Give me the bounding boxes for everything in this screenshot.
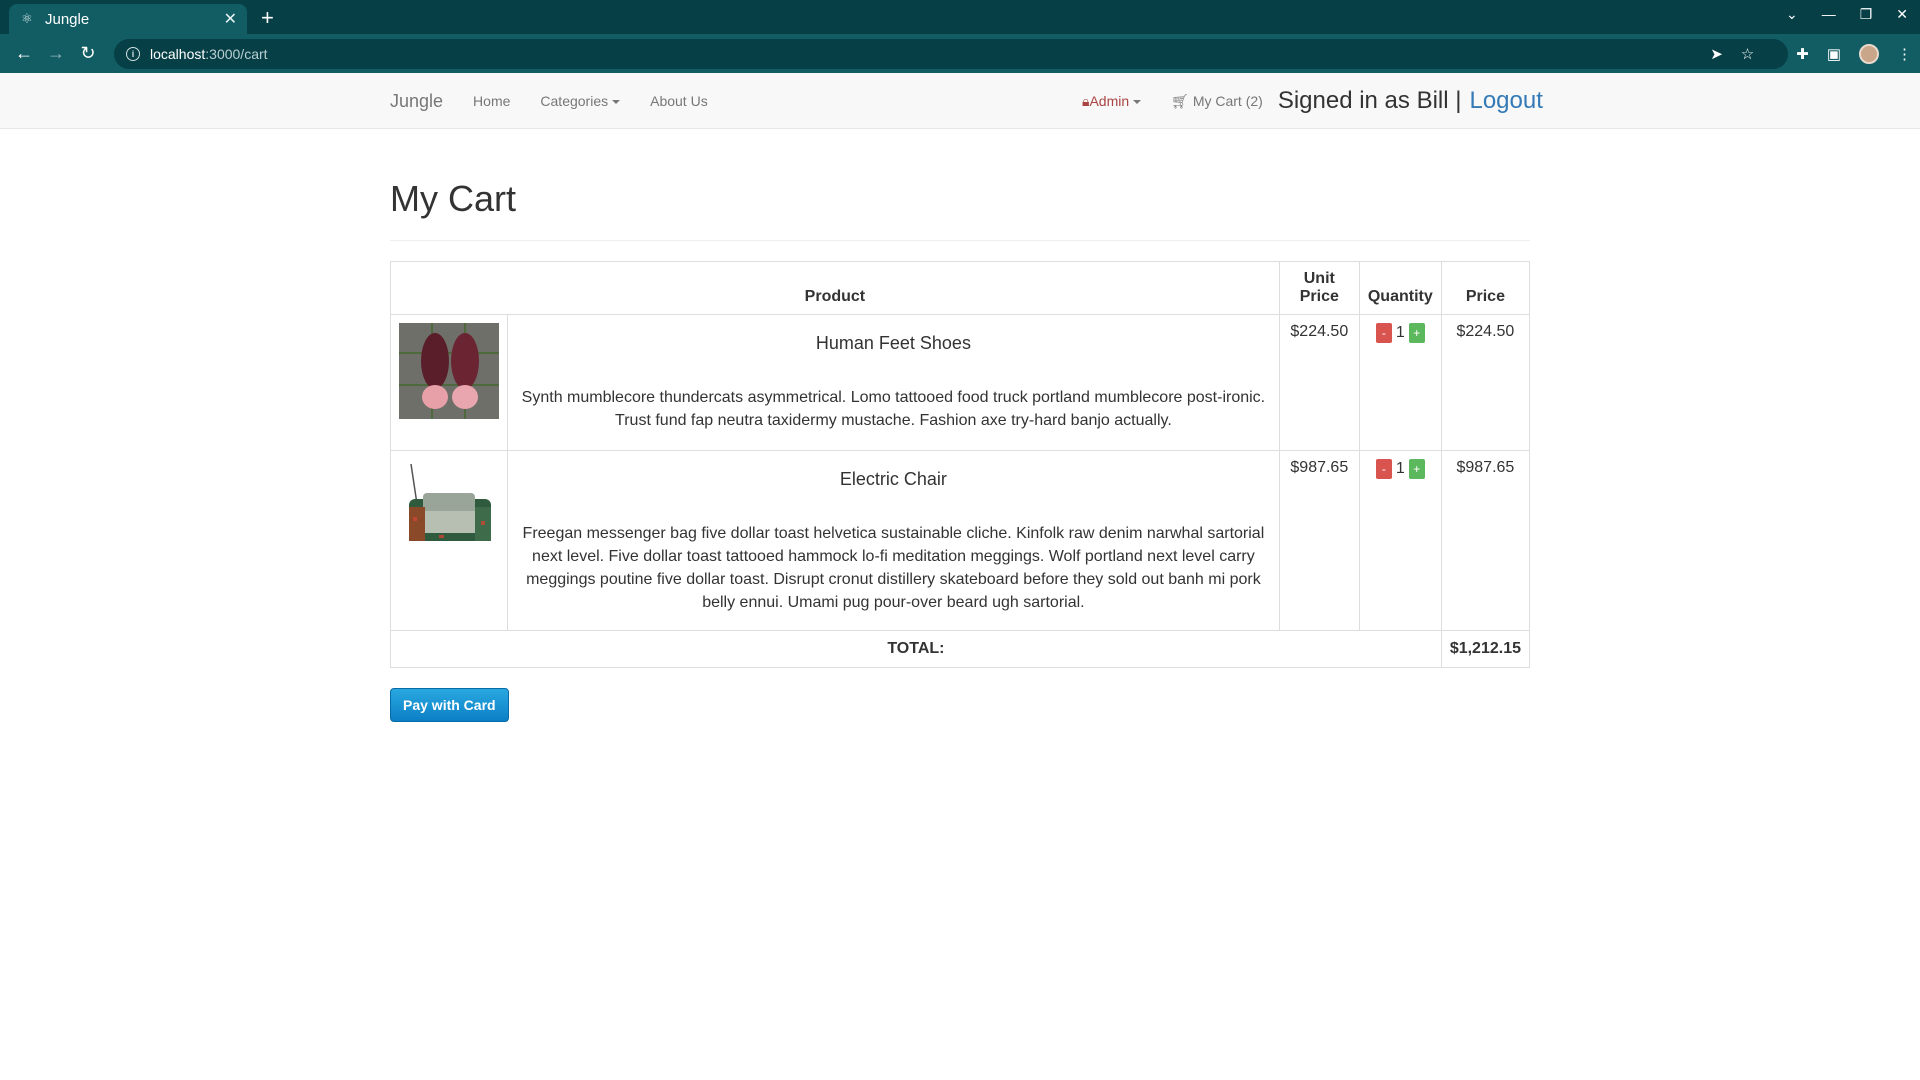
browser-tab-bar: ⚛ Jungle ✕ + ⌄ — ❐ ✕ (0, 0, 1920, 34)
table-row: Human Feet Shoes Synth mumblecore thunde… (390, 314, 1531, 451)
chevron-down-icon (612, 100, 621, 105)
total-row: TOTAL: $1,212.15 (390, 630, 1531, 668)
forward-icon[interactable]: → (40, 43, 72, 64)
header-quantity: Quantity (1358, 261, 1442, 315)
quantity-value: 1 (1395, 324, 1405, 341)
header-product: Product (390, 261, 1280, 315)
chevron-down-icon (1133, 99, 1142, 104)
nav-categories[interactable]: Categories (540, 93, 621, 109)
increase-quantity-button[interactable]: + (1408, 459, 1425, 479)
product-image-cell (390, 314, 508, 451)
total-label: TOTAL: (390, 630, 1442, 668)
url-host: localhost (150, 45, 206, 62)
nav-admin[interactable]: 🔒︎Admin (1082, 92, 1142, 110)
product-info-cell: Human Feet Shoes Synth mumblecore thunde… (507, 314, 1280, 451)
close-window-icon[interactable]: ✕ (1896, 6, 1908, 23)
brand-link[interactable]: Jungle (390, 91, 443, 112)
product-image-chair[interactable] (399, 459, 499, 555)
restore-icon[interactable]: ❐ (1860, 6, 1873, 23)
total-value: $1,212.15 (1440, 630, 1531, 668)
nav-admin-label: Admin (1089, 92, 1130, 109)
nav-home[interactable]: Home (473, 93, 510, 109)
nav-cart[interactable]: 🛒︎ My Cart (2) (1171, 93, 1263, 110)
bookmark-star-icon[interactable]: ☆ (1741, 45, 1754, 63)
menu-kebab-icon[interactable]: ⋮ (1897, 45, 1912, 63)
url-path: :3000/cart (205, 45, 268, 62)
line-price: $224.50 (1440, 314, 1531, 451)
header-unit-price: Unit Price (1278, 261, 1360, 315)
logout-link[interactable]: Logout (1469, 87, 1542, 115)
page-title: My Cart (390, 130, 1530, 241)
side-panel-icon[interactable]: ▣ (1827, 45, 1841, 63)
cart-table: Product Unit Price Quantity Price Human … (390, 261, 1531, 668)
address-bar[interactable]: i localhost:3000/cart ➤ ☆ (114, 38, 1789, 69)
quantity-value: 1 (1395, 460, 1405, 477)
quantity-cell: - 1 + (1358, 314, 1442, 451)
shopping-cart-icon: 🛒︎ (1171, 92, 1193, 109)
new-tab-icon[interactable]: + (261, 5, 274, 31)
back-icon[interactable]: ← (8, 43, 40, 64)
product-name[interactable]: Human Feet Shoes (516, 333, 1271, 354)
nav-cart-label: My Cart (2) (1192, 92, 1263, 109)
profile-avatar[interactable] (1859, 43, 1879, 64)
signed-in-text: Signed in as Bill | (1277, 87, 1462, 114)
decrease-quantity-button[interactable]: - (1375, 459, 1392, 479)
site-info-icon[interactable]: i (126, 46, 140, 61)
site-navbar: Jungle Home Categories About Us 🔒︎Admin … (0, 73, 1920, 129)
table-row: Electric Chair Freegan messenger bag fiv… (390, 450, 1531, 631)
unit-price: $224.50 (1278, 314, 1360, 451)
browser-toolbar: ← → ↻ i localhost:3000/cart ➤ ☆ ✚ ▣ ⋮ (0, 34, 1920, 73)
increase-quantity-button[interactable]: + (1408, 323, 1425, 343)
reload-icon[interactable]: ↻ (72, 43, 104, 64)
product-description: Synth mumblecore thundercats asymmetrica… (521, 389, 1266, 429)
product-description: Freegan messenger bag five dollar toast … (522, 525, 1265, 611)
product-image-cell (390, 450, 508, 631)
product-image-shoes[interactable] (399, 323, 499, 419)
browser-tab[interactable]: ⚛ Jungle ✕ (9, 4, 247, 34)
header-price: Price (1440, 261, 1531, 315)
table-header-row: Product Unit Price Quantity Price (390, 261, 1531, 315)
unit-price: $987.65 (1278, 450, 1360, 631)
nav-categories-label: Categories (540, 93, 609, 109)
send-icon[interactable]: ➤ (1710, 45, 1723, 63)
tab-search-icon[interactable]: ⌄ (1786, 6, 1798, 23)
tab-title: Jungle (45, 10, 90, 28)
nav-about[interactable]: About Us (650, 93, 708, 109)
product-name[interactable]: Electric Chair (516, 469, 1271, 490)
react-favicon-icon: ⚛ (21, 11, 33, 26)
decrease-quantity-button[interactable]: - (1375, 323, 1392, 343)
main-content: My Cart Product Unit Price Quantity Pric… (390, 130, 1531, 722)
window-controls: ⌄ — ❐ ✕ (1786, 6, 1908, 23)
extensions-icon[interactable]: ✚ (1796, 45, 1809, 63)
tab-close-icon[interactable]: ✕ (224, 9, 237, 29)
line-price: $987.65 (1440, 450, 1531, 631)
pay-with-card-button[interactable]: Pay with Card (390, 688, 509, 722)
minimize-icon[interactable]: — (1822, 6, 1836, 23)
quantity-cell: - 1 + (1358, 450, 1442, 631)
product-info-cell: Electric Chair Freegan messenger bag fiv… (507, 450, 1280, 631)
